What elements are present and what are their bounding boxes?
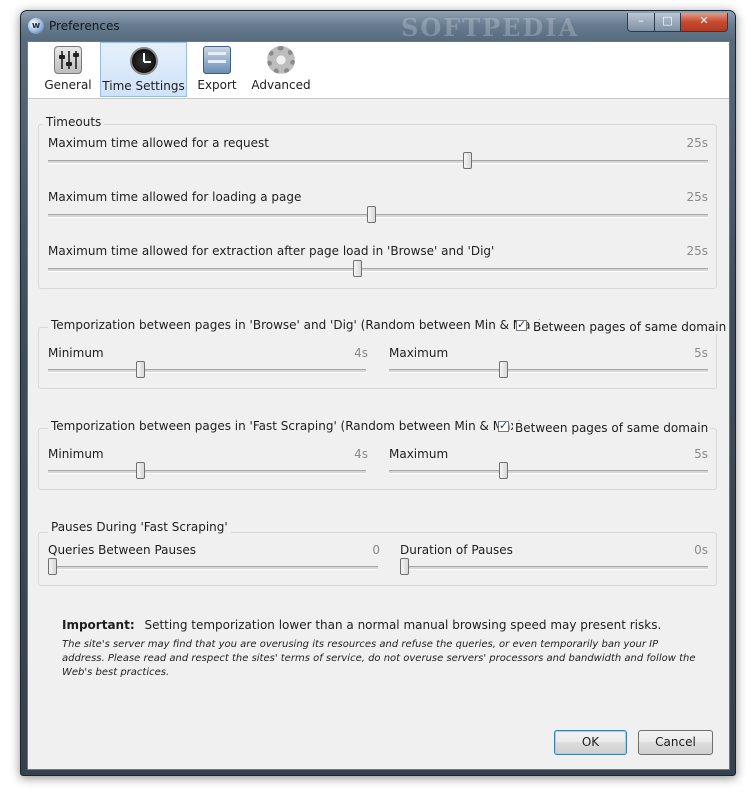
browse-dig-max-slider-thumb[interactable] xyxy=(499,361,508,378)
tab-advanced-label: Advanced xyxy=(251,78,311,92)
extraction-timeout-value: 25s xyxy=(686,244,708,258)
timeouts-title: Timeouts xyxy=(43,115,105,129)
tab-time-settings[interactable]: Time Settings xyxy=(100,42,187,97)
page-load-timeout-value: 25s xyxy=(686,190,708,204)
duration-of-pauses-slider-thumb[interactable] xyxy=(400,558,409,575)
maximize-icon[interactable]: □ xyxy=(654,13,681,32)
duration-of-pauses-track[interactable] xyxy=(400,566,708,570)
title-bar[interactable]: w Preferences SOFTPEDIA – □ ✕ xyxy=(21,11,735,42)
preferences-toolbar: General Time Settings Export Advanced xyxy=(28,42,729,99)
request-timeout-label: Maximum time allowed for a request xyxy=(48,136,269,150)
app-logo-icon: w xyxy=(28,18,44,34)
queries-between-pauses-track[interactable] xyxy=(48,566,378,570)
minimize-icon[interactable]: – xyxy=(627,13,655,32)
request-timeout-slider-thumb[interactable] xyxy=(463,152,472,169)
gear-icon xyxy=(267,46,295,74)
tab-general[interactable]: General xyxy=(42,42,94,97)
tab-advanced[interactable]: Advanced xyxy=(248,42,314,97)
tab-export-label: Export xyxy=(197,78,237,92)
warning-text: The site's server may find that you are … xyxy=(62,639,696,678)
request-timeout-track[interactable] xyxy=(48,160,708,164)
extraction-timeout-label: Maximum time allowed for extraction afte… xyxy=(48,244,495,258)
preferences-window: w Preferences SOFTPEDIA – □ ✕ General Ti… xyxy=(20,10,736,776)
browse-dig-max-value: 5s xyxy=(694,346,708,360)
browse-dig-min-label: Minimum xyxy=(48,346,104,360)
browse-dig-same-domain-label: Between pages of same domain xyxy=(531,320,729,334)
duration-of-pauses-label: Duration of Pauses xyxy=(400,543,513,557)
fast-scraping-min-value: 4s xyxy=(354,447,368,461)
browse-dig-min-track[interactable] xyxy=(48,369,366,373)
pauses-group xyxy=(38,532,717,586)
page-load-timeout-track[interactable] xyxy=(48,214,708,218)
important-text: Setting temporization lower than a norma… xyxy=(144,618,662,632)
fast-scraping-min-label: Minimum xyxy=(48,447,104,461)
browse-dig-min-value: 4s xyxy=(354,346,368,360)
cancel-button[interactable]: Cancel xyxy=(638,730,713,755)
browse-dig-max-label: Maximum xyxy=(389,346,449,360)
pauses-title: Pauses During 'Fast Scraping' xyxy=(48,520,231,534)
browse-dig-group xyxy=(38,327,717,389)
important-label: Important: xyxy=(62,618,135,632)
important-notice: Important: Setting temporization lower t… xyxy=(62,618,661,632)
window-title: Preferences xyxy=(49,19,120,33)
fast-scraping-group xyxy=(38,428,717,490)
fast-scraping-max-value: 5s xyxy=(694,447,708,461)
softpedia-watermark: SOFTPEDIA xyxy=(401,13,580,42)
request-timeout-value: 25s xyxy=(686,136,708,150)
extraction-timeout-track[interactable] xyxy=(48,268,708,272)
queries-between-pauses-label: Queries Between Pauses xyxy=(48,543,197,557)
fast-scraping-same-domain-checkbox[interactable] xyxy=(498,419,509,432)
ok-button[interactable]: OK xyxy=(554,730,627,755)
tab-general-label: General xyxy=(44,78,92,92)
fast-scraping-title: Temporization between pages in 'Fast Scr… xyxy=(48,419,526,433)
fast-scraping-max-slider-thumb[interactable] xyxy=(499,462,508,479)
clock-icon xyxy=(129,47,158,75)
browse-dig-max-track[interactable] xyxy=(389,369,708,373)
tab-export[interactable]: Export xyxy=(192,42,242,97)
duration-of-pauses-value: 0s xyxy=(694,543,708,557)
browse-dig-title: Temporization between pages in 'Browse' … xyxy=(48,318,546,332)
sliders-icon xyxy=(54,46,82,74)
queries-between-pauses-slider-thumb[interactable] xyxy=(48,558,57,575)
tab-time-settings-label: Time Settings xyxy=(102,79,185,93)
fast-scraping-min-slider-thumb[interactable] xyxy=(136,462,145,479)
page-load-timeout-slider-thumb[interactable] xyxy=(367,206,376,223)
extraction-timeout-slider-thumb[interactable] xyxy=(353,260,362,277)
fast-scraping-min-track[interactable] xyxy=(48,470,366,474)
dialog-client: General Time Settings Export Advanced Ti… xyxy=(27,41,730,770)
fast-scraping-max-track[interactable] xyxy=(389,470,708,474)
fast-scraping-same-domain-label: Between pages of same domain xyxy=(513,421,711,435)
page-load-timeout-label: Maximum time allowed for loading a page xyxy=(48,190,302,204)
cabinet-icon xyxy=(203,46,231,74)
queries-between-pauses-value: 0 xyxy=(372,543,380,557)
close-icon[interactable]: ✕ xyxy=(680,13,728,32)
fast-scraping-max-label: Maximum xyxy=(389,447,449,461)
browse-dig-same-domain-checkbox[interactable] xyxy=(516,318,527,331)
browse-dig-min-slider-thumb[interactable] xyxy=(136,361,145,378)
